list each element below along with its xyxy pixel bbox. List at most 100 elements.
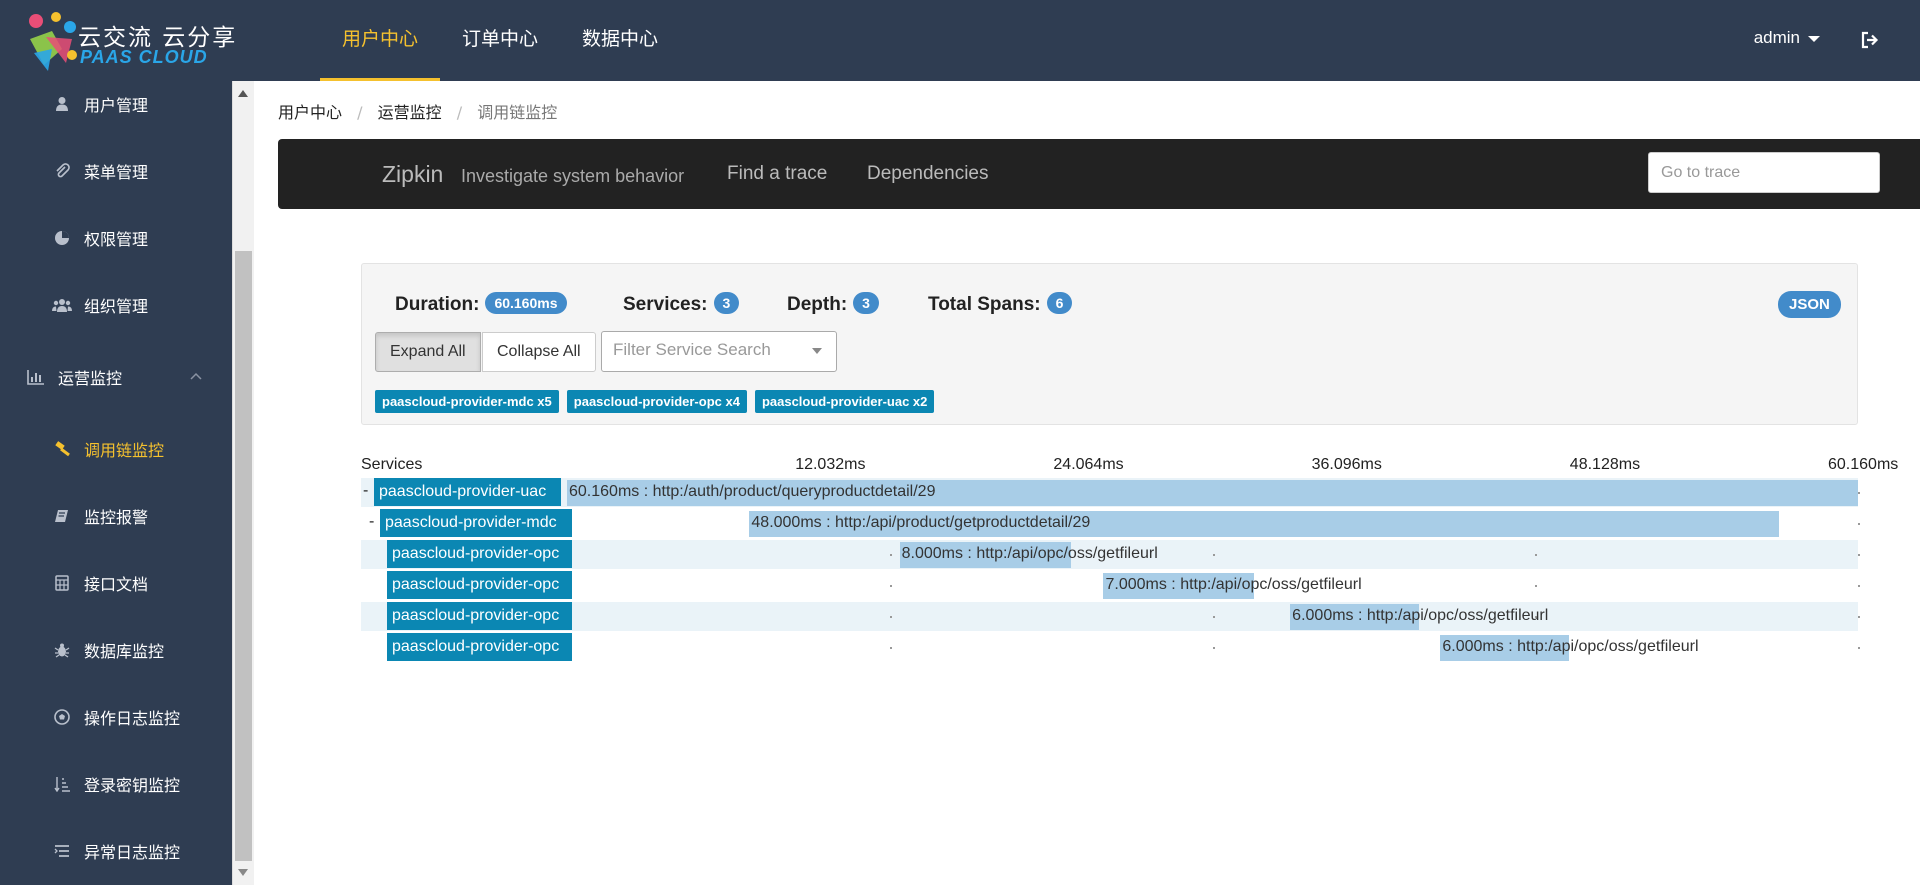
- zipkin-tagline: Investigate system behavior: [461, 166, 685, 186]
- zipkin-brand[interactable]: Zipkin: [382, 161, 443, 188]
- span-label: 6.000ms : http:/api/opc/oss/getfileurl: [1442, 638, 1699, 655]
- sidebar: 用户管理 菜单管理 权限管理 组织管理 运营监控 调用链监控 监控报警 接口文档…: [0, 81, 232, 885]
- duration-stat: Duration: 60.160ms: [395, 292, 567, 316]
- grid-dot: [1535, 554, 1538, 556]
- sidebar-item-ops-monitor[interactable]: 运营监控: [0, 357, 232, 397]
- book-icon: [52, 506, 72, 526]
- service-tag-mdc[interactable]: paascloud-provider-mdc x5: [375, 390, 559, 413]
- scroll-up-arrow-icon[interactable]: [238, 90, 248, 97]
- user-icon: [52, 94, 72, 114]
- user-menu[interactable]: admin: [1754, 28, 1820, 48]
- span-service-name: paascloud-provider-opc: [387, 571, 572, 599]
- service-tag-opc[interactable]: paascloud-provider-opc x4: [566, 390, 747, 413]
- logo[interactable]: 云交流 云分享 PAAS CLOUD: [18, 5, 238, 75]
- sidebar-item-api-docs[interactable]: 接口文档: [0, 563, 232, 603]
- grid-dot: [1858, 616, 1860, 618]
- sidebar-item-label: 登录密钥监控: [84, 776, 181, 795]
- sidebar-item-label: 接口文档: [84, 575, 149, 594]
- total-spans-label: Total Spans:: [928, 294, 1041, 315]
- logo-mark-icon: [29, 12, 77, 71]
- sidebar-item-oplog-monitor[interactable]: 操作日志监控: [0, 697, 232, 737]
- depth-label: Depth:: [787, 294, 848, 315]
- pie-icon: [52, 228, 72, 248]
- collapse-toggle[interactable]: -: [363, 482, 368, 500]
- sidebar-item-db-monitor[interactable]: 数据库监控: [0, 630, 232, 670]
- depth-stat: Depth: 3: [787, 292, 879, 316]
- span-service-name: paascloud-provider-uac: [374, 478, 561, 506]
- trace-timeline: Services 12.032ms 24.064ms 36.096ms 48.128m…: [361, 452, 1920, 672]
- span-label: 7.000ms : http:/api/opc/oss/getfileurl: [1105, 576, 1362, 593]
- sidebar-item-label: 监控报警: [84, 508, 149, 527]
- find-trace-link[interactable]: Find a trace: [727, 163, 827, 185]
- dependencies-link[interactable]: Dependencies: [867, 163, 988, 185]
- sidebar-item-error-log-monitor[interactable]: 异常日志监控: [0, 831, 232, 871]
- group-icon: [52, 295, 72, 315]
- services-label: Services:: [623, 294, 708, 315]
- span-row[interactable]: paascloud-provider-opc 6.000ms : http:/ap…: [361, 633, 1860, 662]
- logout-icon[interactable]: [1860, 30, 1880, 50]
- sidebar-item-user-mgmt[interactable]: 用户管理: [0, 84, 232, 124]
- paperclip-icon: [52, 161, 72, 181]
- sort-icon: [52, 774, 72, 794]
- sidebar-item-label: 操作日志监控: [84, 709, 181, 728]
- span-row[interactable]: - paascloud-provider-uac 60.160ms : http:/…: [361, 478, 1860, 507]
- duration-badge: 60.160ms: [485, 292, 567, 314]
- span-row[interactable]: - paascloud-provider-mdc 48.000ms : http:/…: [361, 509, 1860, 538]
- nav-order-center[interactable]: 订单中心: [440, 0, 560, 81]
- username: admin: [1753, 28, 1800, 47]
- span-label: 48.000ms : http:/api/product/getproductd…: [751, 514, 1091, 531]
- filter-service-select[interactable]: Filter Service Search: [601, 331, 837, 372]
- breadcrumb: 用户中心 / 运营监控 / 调用链监控: [278, 99, 557, 123]
- collapse-toggle[interactable]: -: [369, 513, 374, 531]
- sidebar-item-label: 组织管理: [84, 297, 149, 316]
- grid-dot: [1212, 616, 1215, 618]
- sidebar-item-menu-mgmt[interactable]: 菜单管理: [0, 151, 232, 191]
- sidebar-item-permission-mgmt[interactable]: 权限管理: [0, 218, 232, 258]
- service-tags: paascloud-provider-mdc x5 paascloud-prov…: [375, 390, 935, 413]
- nav-data-center[interactable]: 数据中心: [560, 0, 680, 81]
- grid-dot: [1212, 647, 1215, 649]
- scroll-thumb[interactable]: [235, 251, 252, 861]
- services-stat: Services: 3: [623, 292, 740, 316]
- sidebar-item-login-key-monitor[interactable]: 登录密钥监控: [0, 764, 232, 804]
- breadcrumb-current: 调用链监控: [477, 103, 558, 122]
- calculator-icon: [52, 573, 72, 593]
- duration-label: Duration:: [395, 294, 480, 315]
- span-service-name: paascloud-provider-opc: [387, 602, 572, 630]
- sidebar-item-trace-monitor[interactable]: 调用链监控: [0, 429, 232, 469]
- sidebar-scrollbar[interactable]: [232, 81, 254, 885]
- collapse-all-button[interactable]: Collapse All: [482, 332, 596, 372]
- timeline-tick-label: 48.128ms: [1569, 456, 1641, 473]
- span-service-name: paascloud-provider-mdc: [380, 509, 572, 537]
- nav-user-center[interactable]: 用户中心: [320, 0, 441, 81]
- breadcrumb-user-center[interactable]: 用户中心: [278, 103, 342, 122]
- service-tag-uac[interactable]: paascloud-provider-uac x2: [754, 390, 935, 413]
- span-row[interactable]: paascloud-provider-opc 6.000ms : http:/ap…: [361, 602, 1860, 631]
- chevron-up-icon: [190, 372, 202, 380]
- sidebar-item-org-mgmt[interactable]: 组织管理: [0, 285, 232, 325]
- grid-dot: [889, 585, 892, 587]
- soccer-icon: [52, 707, 72, 727]
- breadcrumb-separator: /: [456, 103, 463, 122]
- span-row[interactable]: paascloud-provider-opc 8.000ms : http:/ap…: [361, 540, 1860, 569]
- zipkin-navbar: Zipkin Investigate system behavior Find …: [278, 139, 1920, 209]
- go-to-trace-input[interactable]: [1648, 152, 1880, 193]
- span-row[interactable]: paascloud-provider-opc 7.000ms : http:/ap…: [361, 571, 1860, 600]
- scroll-down-arrow-icon[interactable]: [238, 869, 248, 876]
- expand-all-button[interactable]: Expand All: [375, 332, 481, 372]
- grid-dot: [1858, 554, 1860, 556]
- grid-dot: [1858, 647, 1860, 649]
- timeline-tick-label: 24.064ms: [1053, 456, 1124, 473]
- sidebar-item-label: 异常日志监控: [84, 843, 181, 862]
- logo-subtitle: PAAS CLOUD: [80, 47, 208, 67]
- sidebar-item-label: 数据库监控: [84, 642, 165, 661]
- json-button[interactable]: JSON: [1778, 291, 1841, 318]
- sidebar-item-label: 调用链监控: [84, 441, 165, 460]
- grid-dot: [1535, 585, 1538, 587]
- list-icon: [52, 841, 72, 861]
- sidebar-item-label: 菜单管理: [84, 163, 149, 182]
- breadcrumb-ops-monitor[interactable]: 运营监控: [378, 103, 442, 122]
- sidebar-item-alerts[interactable]: 监控报警: [0, 496, 232, 536]
- breadcrumb-separator: /: [357, 103, 363, 122]
- span-label: 6.000ms : http:/api/opc/oss/getfileurl: [1292, 607, 1549, 624]
